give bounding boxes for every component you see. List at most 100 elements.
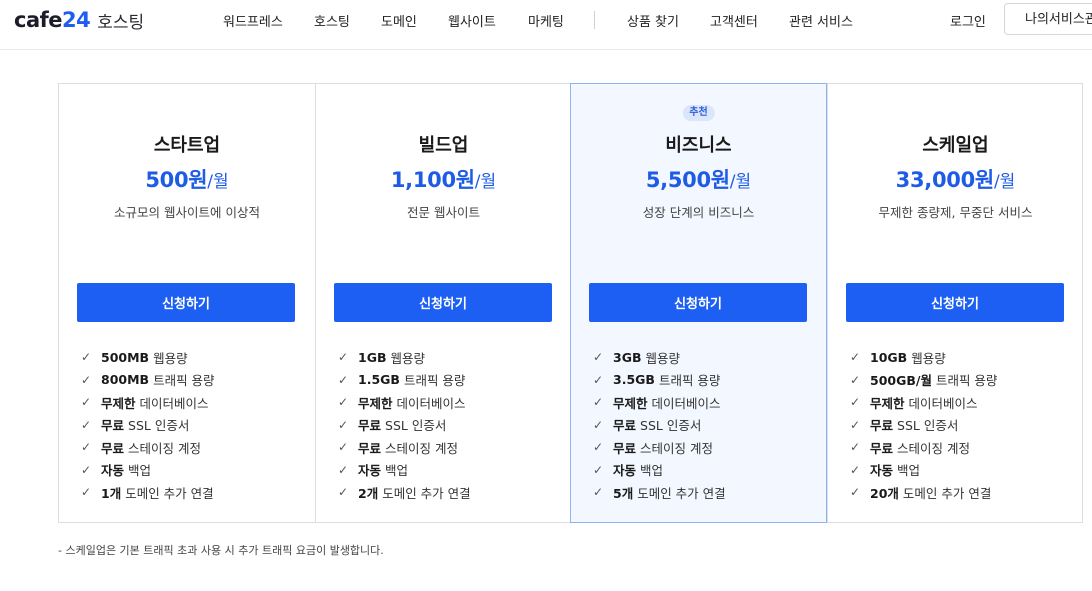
plan-card: 스케일업 33,000원/월 무제한 종량제, 무중단 서비스 신청하기 ✓ 10GB 웹용…	[827, 84, 1083, 522]
nav-item-related-services[interactable]: 관련 서비스	[789, 11, 853, 30]
plan-price: 500원/월	[59, 164, 315, 194]
plan-price: 1,100원/월	[316, 164, 571, 194]
feature-list: ✓ 500MB 웹용량 ✓ 800MB 트래픽 용량 ✓ 무제한 데이터베이스 ✓ 무료 SSL 인증…	[81, 346, 215, 504]
check-icon: ✓	[81, 485, 92, 500]
check-icon: ✓	[338, 395, 349, 410]
feature-item: ✓ 자동 백업	[338, 459, 471, 482]
check-icon: ✓	[81, 372, 92, 387]
check-icon: ✓	[850, 485, 861, 500]
feature-text: 웹용량	[390, 350, 426, 366]
price-unit: /월	[729, 172, 752, 192]
nav-item-marketing[interactable]: 마케팅	[528, 11, 564, 30]
check-icon: ✓	[593, 440, 604, 455]
feature-highlight: 무제한	[101, 395, 136, 411]
feature-highlight: 1개	[101, 485, 122, 501]
feature-item: ✓ 무료 스테이징 계정	[850, 436, 997, 459]
feature-item: ✓ 3GB 웹용량	[593, 346, 726, 369]
apply-button[interactable]: 신청하기	[846, 283, 1064, 322]
apply-button[interactable]: 신청하기	[334, 283, 552, 322]
plan-description: 무제한 종량제, 무중단 서비스	[878, 205, 1033, 220]
login-link[interactable]: 로그인	[950, 11, 986, 30]
feature-item: ✓ 무료 스테이징 계정	[593, 436, 726, 459]
apply-button[interactable]: 신청하기	[77, 283, 295, 322]
feature-text: 데이터베이스	[651, 395, 721, 411]
price-amount: 33,000원	[895, 168, 995, 192]
check-icon: ✓	[593, 462, 604, 477]
feature-text: 트래픽 용량	[403, 373, 466, 389]
feature-item: ✓ 5개 도메인 추가 연결	[593, 481, 726, 504]
feature-list: ✓ 1GB 웹용량 ✓ 1.5GB 트래픽 용량 ✓ 무제한 데이터베이스 ✓ 무료 SSL 인증서 ✓…	[338, 346, 471, 504]
feature-highlight: 자동	[101, 463, 125, 479]
check-icon: ✓	[81, 440, 92, 455]
feature-highlight: 무료	[101, 440, 125, 456]
logo-mark: cafe24	[14, 8, 91, 32]
feature-highlight: 무료	[358, 418, 382, 434]
check-icon: ✓	[81, 417, 92, 432]
feature-highlight: 2개	[358, 485, 379, 501]
feature-text: SSL 인증서	[897, 418, 959, 434]
feature-highlight: 무료	[101, 418, 125, 434]
feature-list: ✓ 3GB 웹용량 ✓ 3.5GB 트래픽 용량 ✓ 무제한 데이터베이스 ✓ 무료 SSL 인증서 ✓…	[593, 346, 726, 504]
feature-highlight: 10GB	[870, 349, 908, 365]
my-services-button[interactable]: 나의서비스관리	[1004, 3, 1092, 35]
feature-text: 도메인 추가 연결	[382, 485, 471, 501]
feature-item: ✓ 500MB 웹용량	[81, 346, 215, 369]
feature-list: ✓ 10GB 웹용량 ✓ 500GB/월 트래픽 용량 ✓ 무제한 데이터베이스 ✓ 무료 SSL 인…	[850, 346, 997, 504]
feature-text: 트래픽 용량	[935, 373, 998, 389]
check-icon: ✓	[593, 372, 604, 387]
feature-item: ✓ 3.5GB 트래픽 용량	[593, 369, 726, 392]
feature-text: SSL 인증서	[385, 418, 447, 434]
feature-text: 백업	[640, 463, 664, 479]
check-icon: ✓	[338, 350, 349, 365]
feature-item: ✓ 무료 SSL 인증서	[850, 414, 997, 437]
check-icon: ✓	[850, 350, 861, 365]
feature-item: ✓ 20개 도메인 추가 연결	[850, 481, 997, 504]
feature-highlight: 무제한	[613, 395, 648, 411]
feature-text: 스테이징 계정	[640, 440, 713, 456]
nav-item-website[interactable]: 웹사이트	[448, 11, 496, 30]
feature-text: 트래픽 용량	[153, 373, 215, 389]
feature-highlight: 무료	[358, 440, 382, 456]
feature-item: ✓ 무료 스테이징 계정	[338, 436, 471, 459]
feature-text: 데이터베이스	[396, 395, 466, 411]
price-unit: /월	[993, 172, 1016, 192]
feature-text: SSL 인증서	[640, 418, 702, 434]
top-header: cafe24 호스팅 워드프레스 호스팅 도메인 웹사이트 마케팅 상품 찾기 …	[0, 0, 1092, 50]
price-amount: 1,100원	[390, 168, 475, 192]
feature-item: ✓ 자동 백업	[850, 459, 997, 482]
nav-item-hosting[interactable]: 호스팅	[314, 11, 350, 30]
feature-text: 도메인 추가 연결	[902, 485, 992, 501]
feature-text: 도메인 추가 연결	[637, 485, 726, 501]
check-icon: ✓	[338, 372, 349, 387]
nav-item-domain[interactable]: 도메인	[381, 11, 417, 30]
plan-price: 5,500원/월	[571, 164, 826, 194]
nav-item-customer-center[interactable]: 고객센터	[710, 11, 758, 30]
plans-table: 스타트업 500원/월 소규모의 웹사이트에 이상적 신청하기 ✓ 500MB 웹용량 ✓ 80…	[58, 83, 1083, 523]
check-icon: ✓	[81, 462, 92, 477]
nav-item-wordpress[interactable]: 워드프레스	[223, 11, 283, 30]
recommended-badge: 추천	[682, 105, 715, 121]
plan-name: 빌드업	[418, 135, 469, 156]
check-icon: ✓	[338, 485, 349, 500]
cafe24-logo[interactable]: cafe24 호스팅	[14, 8, 144, 33]
check-icon: ✓	[593, 417, 604, 432]
feature-highlight: 무료	[613, 418, 637, 434]
feature-item: ✓ 10GB 웹용량	[850, 346, 997, 369]
plan-card: 스타트업 500원/월 소규모의 웹사이트에 이상적 신청하기 ✓ 500MB 웹용량 ✓ 80…	[59, 84, 315, 522]
feature-item: ✓ 무료 SSL 인증서	[593, 414, 726, 437]
feature-item: ✓ 800MB 트래픽 용량	[81, 369, 215, 392]
feature-item: ✓ 무료 SSL 인증서	[81, 414, 215, 437]
feature-highlight: 1.5GB	[358, 372, 400, 388]
check-icon: ✓	[338, 440, 349, 455]
feature-highlight: 자동	[613, 463, 637, 479]
feature-text: 스테이징 계정	[897, 440, 970, 456]
feature-highlight: 500MB	[101, 349, 150, 365]
plan-card: 추천 비즈니스 5,500원/월 성장 단계의 비즈니스 신청하기 ✓ 3GB 웹용량 ✓ 3.5…	[570, 83, 827, 523]
apply-button[interactable]: 신청하기	[589, 283, 807, 322]
feature-highlight: 3GB	[613, 349, 642, 365]
feature-text: 웹용량	[153, 350, 188, 366]
check-icon: ✓	[850, 395, 861, 410]
check-icon: ✓	[338, 462, 349, 477]
nav-item-find-product[interactable]: 상품 찾기	[627, 11, 679, 30]
feature-item: ✓ 무제한 데이터베이스	[850, 391, 997, 414]
